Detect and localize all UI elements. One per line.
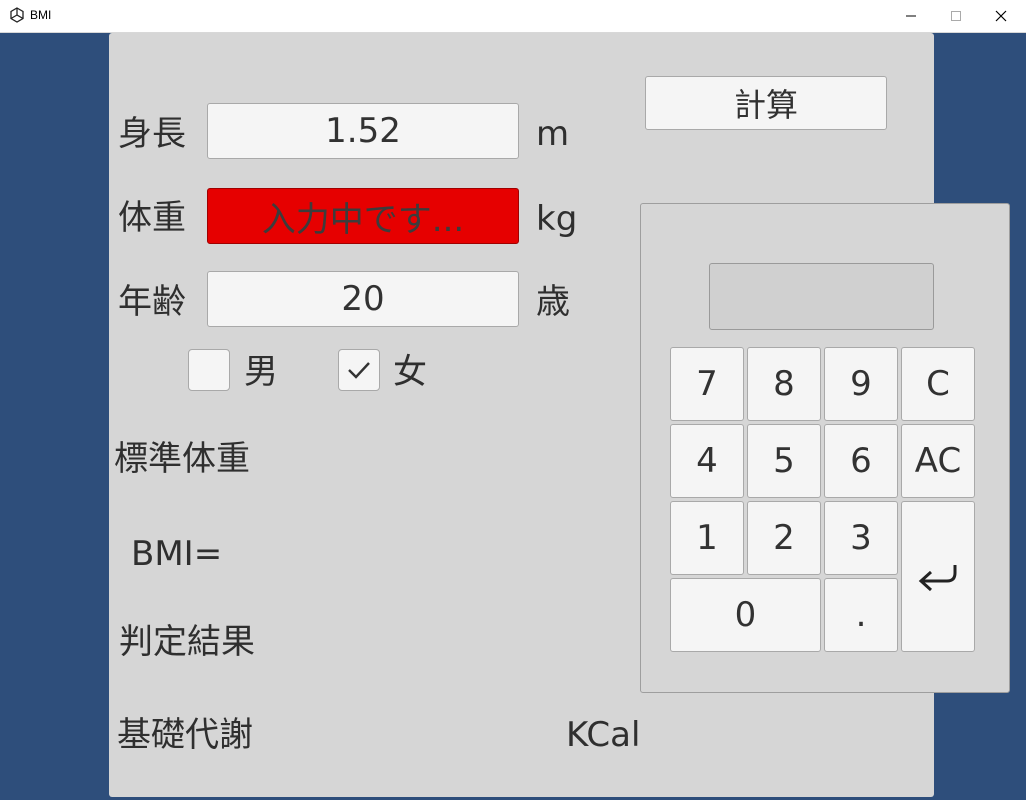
minimize-button[interactable]	[888, 0, 934, 32]
standard-weight-label: 標準体重	[114, 439, 250, 479]
unity-icon	[9, 7, 25, 23]
key-6[interactable]: 6	[824, 424, 898, 498]
age-input[interactable]: 20	[207, 271, 519, 327]
key-4[interactable]: 4	[670, 424, 744, 498]
key-0[interactable]: 0	[670, 578, 821, 652]
maximize-button[interactable]	[933, 0, 979, 32]
age-unit: 歳	[536, 282, 570, 322]
bmr-unit: KCal	[566, 715, 641, 755]
height-input[interactable]: 1.52	[207, 103, 519, 159]
key-decimal[interactable]: .	[824, 578, 898, 652]
female-checkbox[interactable]	[338, 349, 380, 391]
key-9[interactable]: 9	[824, 347, 898, 421]
height-label: 身長	[118, 114, 186, 154]
weight-input[interactable]: 入力中です...	[207, 188, 519, 244]
male-checkbox[interactable]	[188, 349, 230, 391]
minimize-icon	[906, 15, 916, 17]
male-label: 男	[244, 352, 278, 392]
key-3[interactable]: 3	[824, 501, 898, 575]
close-icon	[995, 10, 1007, 22]
key-enter[interactable]	[901, 501, 975, 652]
key-1[interactable]: 1	[670, 501, 744, 575]
maximize-icon	[951, 11, 961, 21]
judgement-label: 判定結果	[119, 622, 255, 662]
age-label: 年齢	[118, 282, 186, 322]
calculate-button[interactable]: 計算	[645, 76, 887, 130]
key-7[interactable]: 7	[670, 347, 744, 421]
key-8[interactable]: 8	[747, 347, 821, 421]
window-title: BMI	[30, 8, 52, 22]
checkmark-icon	[348, 362, 370, 379]
key-all-clear[interactable]: AC	[901, 424, 975, 498]
enter-return-icon	[918, 564, 957, 591]
key-clear[interactable]: C	[901, 347, 975, 421]
key-2[interactable]: 2	[747, 501, 821, 575]
weight-unit: kg	[536, 199, 578, 239]
key-5[interactable]: 5	[747, 424, 821, 498]
bmi-label: BMI=	[131, 534, 223, 574]
keypad-display	[709, 263, 934, 330]
window-titlebar: BMI	[0, 0, 1026, 33]
close-button[interactable]	[978, 0, 1024, 32]
female-label: 女	[393, 352, 427, 392]
height-unit: m	[536, 114, 570, 154]
weight-label: 体重	[118, 198, 186, 238]
bmr-label: 基礎代謝	[117, 715, 253, 755]
